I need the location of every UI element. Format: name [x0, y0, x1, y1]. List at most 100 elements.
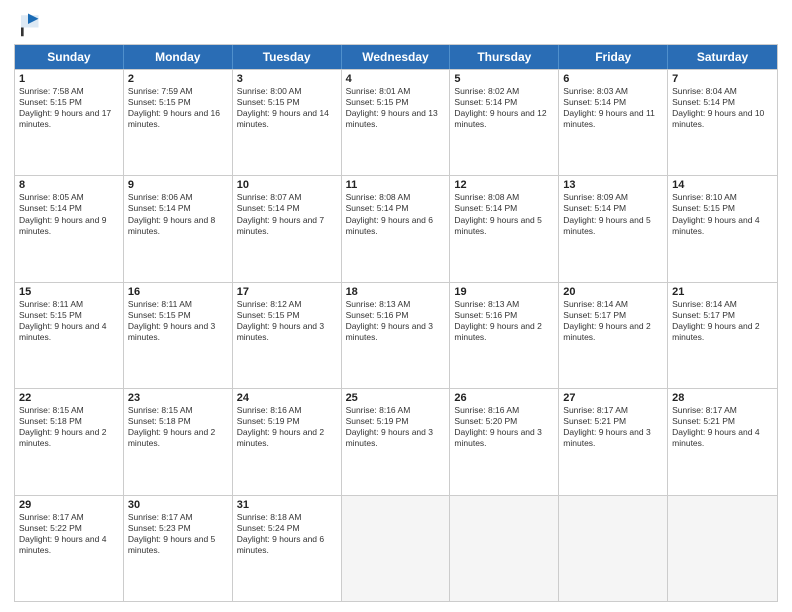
cell-details: Sunrise: 8:10 AM Sunset: 5:15 PM Dayligh…: [672, 192, 773, 236]
cell-details: Sunrise: 7:59 AM Sunset: 5:15 PM Dayligh…: [128, 86, 228, 130]
cell-details: Sunrise: 8:13 AM Sunset: 5:16 PM Dayligh…: [454, 299, 554, 343]
day-number: 23: [128, 392, 228, 404]
day-number: 18: [346, 286, 446, 298]
calendar-cell: [559, 496, 668, 601]
day-number: 24: [237, 392, 337, 404]
calendar-row-5: 29Sunrise: 8:17 AM Sunset: 5:22 PM Dayli…: [15, 495, 777, 601]
cell-details: Sunrise: 8:14 AM Sunset: 5:17 PM Dayligh…: [672, 299, 773, 343]
cell-details: Sunrise: 8:18 AM Sunset: 5:24 PM Dayligh…: [237, 512, 337, 556]
day-number: 15: [19, 286, 119, 298]
day-number: 25: [346, 392, 446, 404]
cell-details: Sunrise: 8:06 AM Sunset: 5:14 PM Dayligh…: [128, 192, 228, 236]
cell-details: Sunrise: 8:17 AM Sunset: 5:21 PM Dayligh…: [672, 405, 773, 449]
cell-details: Sunrise: 8:15 AM Sunset: 5:18 PM Dayligh…: [128, 405, 228, 449]
day-number: 1: [19, 73, 119, 85]
calendar-cell: 11Sunrise: 8:08 AM Sunset: 5:14 PM Dayli…: [342, 176, 451, 281]
cell-details: Sunrise: 8:16 AM Sunset: 5:20 PM Dayligh…: [454, 405, 554, 449]
calendar-cell: 15Sunrise: 8:11 AM Sunset: 5:15 PM Dayli…: [15, 283, 124, 388]
cell-details: Sunrise: 8:01 AM Sunset: 5:15 PM Dayligh…: [346, 86, 446, 130]
calendar-cell: 29Sunrise: 8:17 AM Sunset: 5:22 PM Dayli…: [15, 496, 124, 601]
day-number: 12: [454, 179, 554, 191]
calendar-cell: 18Sunrise: 8:13 AM Sunset: 5:16 PM Dayli…: [342, 283, 451, 388]
header: [14, 10, 778, 38]
cell-details: Sunrise: 8:13 AM Sunset: 5:16 PM Dayligh…: [346, 299, 446, 343]
logo: [14, 10, 46, 38]
cell-details: Sunrise: 8:00 AM Sunset: 5:15 PM Dayligh…: [237, 86, 337, 130]
cell-details: Sunrise: 8:11 AM Sunset: 5:15 PM Dayligh…: [128, 299, 228, 343]
calendar-cell: 12Sunrise: 8:08 AM Sunset: 5:14 PM Dayli…: [450, 176, 559, 281]
day-header-wednesday: Wednesday: [342, 45, 451, 69]
cell-details: Sunrise: 8:17 AM Sunset: 5:21 PM Dayligh…: [563, 405, 663, 449]
calendar-cell: 14Sunrise: 8:10 AM Sunset: 5:15 PM Dayli…: [668, 176, 777, 281]
day-number: 8: [19, 179, 119, 191]
calendar-cell: 30Sunrise: 8:17 AM Sunset: 5:23 PM Dayli…: [124, 496, 233, 601]
calendar-row-1: 1Sunrise: 7:58 AM Sunset: 5:15 PM Daylig…: [15, 69, 777, 175]
cell-details: Sunrise: 8:03 AM Sunset: 5:14 PM Dayligh…: [563, 86, 663, 130]
day-number: 6: [563, 73, 663, 85]
calendar-cell: 25Sunrise: 8:16 AM Sunset: 5:19 PM Dayli…: [342, 389, 451, 494]
calendar-cell: 22Sunrise: 8:15 AM Sunset: 5:18 PM Dayli…: [15, 389, 124, 494]
cell-details: Sunrise: 8:04 AM Sunset: 5:14 PM Dayligh…: [672, 86, 773, 130]
calendar-row-3: 15Sunrise: 8:11 AM Sunset: 5:15 PM Dayli…: [15, 282, 777, 388]
calendar-cell: 17Sunrise: 8:12 AM Sunset: 5:15 PM Dayli…: [233, 283, 342, 388]
day-number: 20: [563, 286, 663, 298]
calendar-cell: 23Sunrise: 8:15 AM Sunset: 5:18 PM Dayli…: [124, 389, 233, 494]
day-header-monday: Monday: [124, 45, 233, 69]
calendar-cell: 24Sunrise: 8:16 AM Sunset: 5:19 PM Dayli…: [233, 389, 342, 494]
calendar-cell: 26Sunrise: 8:16 AM Sunset: 5:20 PM Dayli…: [450, 389, 559, 494]
day-header-saturday: Saturday: [668, 45, 777, 69]
day-number: 27: [563, 392, 663, 404]
calendar-header: SundayMondayTuesdayWednesdayThursdayFrid…: [15, 45, 777, 69]
day-number: 22: [19, 392, 119, 404]
cell-details: Sunrise: 7:58 AM Sunset: 5:15 PM Dayligh…: [19, 86, 119, 130]
cell-details: Sunrise: 8:12 AM Sunset: 5:15 PM Dayligh…: [237, 299, 337, 343]
calendar-cell: 4Sunrise: 8:01 AM Sunset: 5:15 PM Daylig…: [342, 70, 451, 175]
day-number: 10: [237, 179, 337, 191]
calendar-cell: 7Sunrise: 8:04 AM Sunset: 5:14 PM Daylig…: [668, 70, 777, 175]
calendar-cell: 2Sunrise: 7:59 AM Sunset: 5:15 PM Daylig…: [124, 70, 233, 175]
day-number: 7: [672, 73, 773, 85]
day-number: 21: [672, 286, 773, 298]
calendar-cell: 20Sunrise: 8:14 AM Sunset: 5:17 PM Dayli…: [559, 283, 668, 388]
calendar: SundayMondayTuesdayWednesdayThursdayFrid…: [14, 44, 778, 602]
cell-details: Sunrise: 8:07 AM Sunset: 5:14 PM Dayligh…: [237, 192, 337, 236]
cell-details: Sunrise: 8:16 AM Sunset: 5:19 PM Dayligh…: [237, 405, 337, 449]
day-number: 3: [237, 73, 337, 85]
day-number: 31: [237, 499, 337, 511]
day-header-sunday: Sunday: [15, 45, 124, 69]
day-header-thursday: Thursday: [450, 45, 559, 69]
calendar-cell: 9Sunrise: 8:06 AM Sunset: 5:14 PM Daylig…: [124, 176, 233, 281]
cell-details: Sunrise: 8:16 AM Sunset: 5:19 PM Dayligh…: [346, 405, 446, 449]
day-number: 29: [19, 499, 119, 511]
calendar-cell: 8Sunrise: 8:05 AM Sunset: 5:14 PM Daylig…: [15, 176, 124, 281]
day-number: 4: [346, 73, 446, 85]
calendar-cell: 3Sunrise: 8:00 AM Sunset: 5:15 PM Daylig…: [233, 70, 342, 175]
cell-details: Sunrise: 8:11 AM Sunset: 5:15 PM Dayligh…: [19, 299, 119, 343]
calendar-cell: 31Sunrise: 8:18 AM Sunset: 5:24 PM Dayli…: [233, 496, 342, 601]
calendar-cell: 21Sunrise: 8:14 AM Sunset: 5:17 PM Dayli…: [668, 283, 777, 388]
calendar-cell: 1Sunrise: 7:58 AM Sunset: 5:15 PM Daylig…: [15, 70, 124, 175]
calendar-cell: 28Sunrise: 8:17 AM Sunset: 5:21 PM Dayli…: [668, 389, 777, 494]
day-number: 14: [672, 179, 773, 191]
cell-details: Sunrise: 8:08 AM Sunset: 5:14 PM Dayligh…: [454, 192, 554, 236]
cell-details: Sunrise: 8:05 AM Sunset: 5:14 PM Dayligh…: [19, 192, 119, 236]
day-number: 28: [672, 392, 773, 404]
day-header-friday: Friday: [559, 45, 668, 69]
day-number: 30: [128, 499, 228, 511]
page: SundayMondayTuesdayWednesdayThursdayFrid…: [0, 0, 792, 612]
day-number: 11: [346, 179, 446, 191]
calendar-cell: 27Sunrise: 8:17 AM Sunset: 5:21 PM Dayli…: [559, 389, 668, 494]
logo-icon: [14, 10, 42, 38]
calendar-row-4: 22 Sunrise: 8:15 AM Sunset: 5:18 PM Dayli…: [15, 388, 777, 494]
day-number: 13: [563, 179, 663, 191]
cell-details: Sunrise: 8:08 AM Sunset: 5:14 PM Dayligh…: [346, 192, 446, 236]
calendar-cell: [668, 496, 777, 601]
calendar-cell: 6Sunrise: 8:03 AM Sunset: 5:14 PM Daylig…: [559, 70, 668, 175]
calendar-cell: 19Sunrise: 8:13 AM Sunset: 5:16 PM Dayli…: [450, 283, 559, 388]
day-number: 5: [454, 73, 554, 85]
day-number: 9: [128, 179, 228, 191]
cell-details: Sunrise: 8:17 AM Sunset: 5:23 PM Dayligh…: [128, 512, 228, 556]
day-number: 2: [128, 73, 228, 85]
calendar-cell: 13Sunrise: 8:09 AM Sunset: 5:14 PM Dayli…: [559, 176, 668, 281]
calendar-cell: [342, 496, 451, 601]
